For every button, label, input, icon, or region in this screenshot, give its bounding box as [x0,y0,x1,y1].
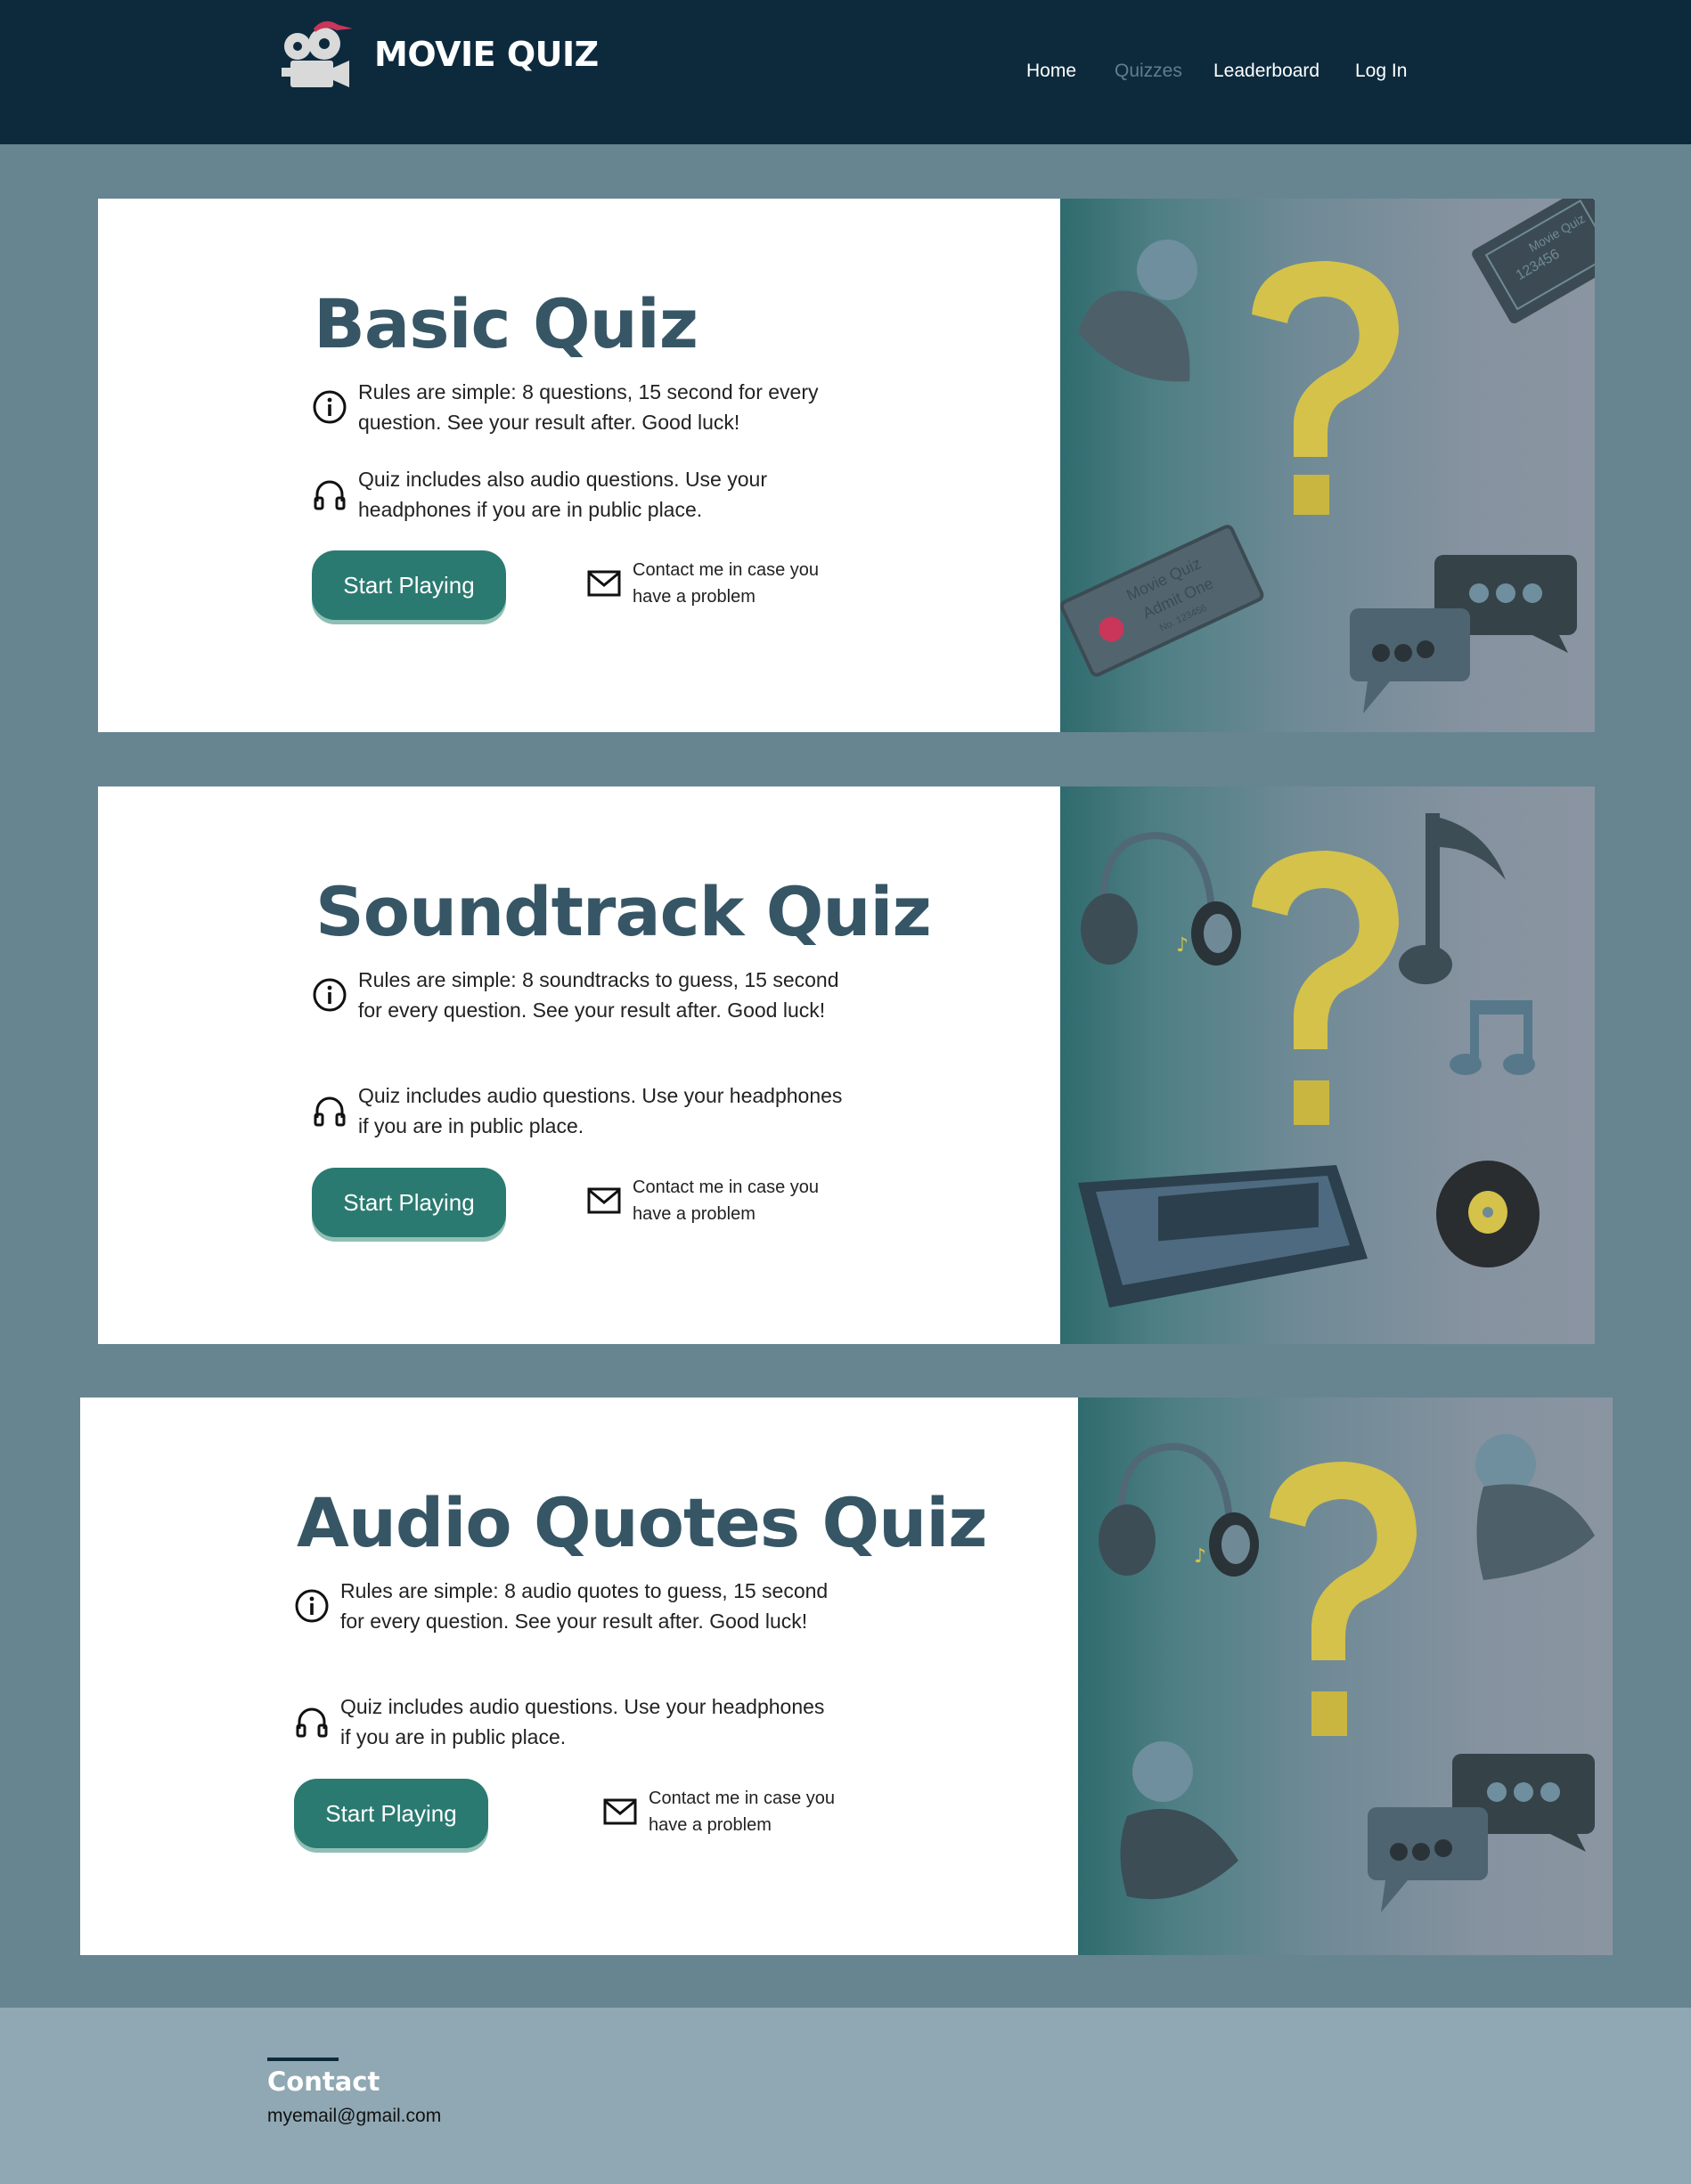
music-note-large [1399,813,1506,984]
rules-row: Rules are simple: 8 audio quotes to gues… [294,1576,839,1636]
keyboard-synth [1078,1165,1368,1308]
headphones-icon [314,480,346,510]
headphones-icon [314,1096,346,1127]
footer-divider [267,2058,339,2061]
audio-row: Quiz includes audio questions. Use your … [294,1691,839,1752]
music-note-small [1450,1000,1535,1075]
info-icon [313,390,347,424]
headphones-figure: ♪ [1099,1442,1259,1577]
quiz-title: Audio Quotes Quiz [297,1483,988,1562]
quiz-illustration: ♪ [1060,786,1595,1344]
ticket-top: 123456 Movie Quiz [1472,199,1595,324]
nav-login[interactable]: Log In [1355,61,1407,82]
quiz-card-soundtrack: Soundtrack Quiz Rules are simple: 8 soun… [98,786,1595,1344]
main-nav: Home Quizzes Leaderboard Log In [0,61,1691,87]
rules-row: Rules are simple: 8 soundtracks to guess… [312,965,857,1025]
quiz-card-audio-quotes: Audio Quotes Quiz Rules are simple: 8 au… [80,1398,1613,1955]
rules-row: Rules are simple: 8 questions, 15 second… [312,377,857,437]
contact-link[interactable]: Contact me in case you have a problem [602,1785,871,1838]
ticket-bottom: Movie Quiz Admit One No. 123456 [1060,525,1264,677]
svg-text:♪: ♪ [1176,934,1189,957]
mail-icon [603,1798,637,1825]
rules-text: Rules are simple: 8 soundtracks to guess… [358,968,839,1022]
question-mark [1252,851,1399,1125]
chat-bubbles [1368,1754,1595,1912]
quiz-card-body: Soundtrack Quiz Rules are simple: 8 soun… [98,786,1060,1344]
headphones-figure: ♪ [1081,831,1241,966]
info-icon [313,978,347,1012]
question-mark [1252,261,1399,515]
chat-bubbles [1350,555,1577,713]
question-mark [1270,1462,1417,1736]
svg-text:♪: ♪ [1194,1545,1206,1568]
mail-icon [587,1187,621,1214]
start-playing-button[interactable]: Start Playing [294,1779,488,1848]
audio-note-text: Quiz includes audio questions. Use your … [358,1084,843,1137]
contact-text: Contact me in case you have a problem [633,560,819,607]
audio-row: Quiz includes also audio questions. Use … [312,464,857,525]
mail-icon [587,570,621,597]
contact-text: Contact me in case you have a problem [649,1789,835,1835]
audio-note-text: Quiz includes also audio questions. Use … [358,468,767,521]
contact-link[interactable]: Contact me in case you have a problem [586,1174,855,1227]
audio-note-text: Quiz includes audio questions. Use your … [340,1695,825,1748]
soundtrack-quiz-art: ♪ [1078,813,1540,1308]
basic-quiz-art: 123456 Movie Quiz Movie Quiz Admit One N… [1060,199,1595,713]
info-icon [295,1589,329,1623]
person-figure-bottom [1120,1741,1238,1900]
vinyl-record [1436,1161,1540,1267]
nav-leaderboard[interactable]: Leaderboard [1213,61,1319,82]
contact-link[interactable]: Contact me in case you have a problem [586,557,855,610]
person-figure [1078,240,1197,382]
quiz-card-body: Basic Quiz Rules are simple: 8 questions… [98,199,1060,732]
rules-text: Rules are simple: 8 questions, 15 second… [358,380,819,434]
headphones-icon [296,1707,328,1738]
quiz-illustration: ♪ [1078,1398,1613,1955]
quiz-card-body: Audio Quotes Quiz Rules are simple: 8 au… [80,1398,1078,1955]
site-footer: Contact myemail@gmail.com [0,2008,1691,2184]
site-header: MOVIE QUIZ Home Quizzes Leaderboard Log … [0,0,1691,144]
quiz-title: Soundtrack Quiz [315,872,932,951]
rules-text: Rules are simple: 8 audio quotes to gues… [340,1579,829,1633]
nav-quizzes[interactable]: Quizzes [1115,61,1182,82]
quiz-title: Basic Quiz [314,284,698,363]
contact-text: Contact me in case you have a problem [633,1178,819,1224]
footer-email-link[interactable]: myemail@gmail.com [267,2106,441,2127]
start-playing-button[interactable]: Start Playing [312,550,506,620]
quiz-illustration: 123456 Movie Quiz Movie Quiz Admit One N… [1060,199,1595,732]
audio-quotes-quiz-art: ♪ [1099,1434,1595,1912]
person-figure-top [1475,1434,1595,1580]
footer-contact-title: Contact [267,2066,380,2097]
quiz-card-basic: Basic Quiz Rules are simple: 8 questions… [98,199,1595,732]
audio-row: Quiz includes audio questions. Use your … [312,1080,857,1141]
nav-home[interactable]: Home [1026,61,1076,82]
start-playing-button[interactable]: Start Playing [312,1168,506,1237]
